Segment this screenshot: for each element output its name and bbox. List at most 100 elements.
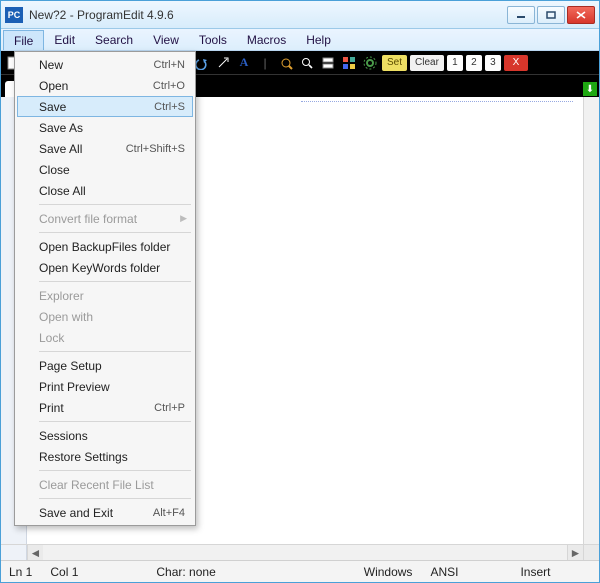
gutter-pad xyxy=(1,545,27,560)
menu-view[interactable]: View xyxy=(143,29,189,50)
menu-separator xyxy=(39,498,191,499)
menu-item-close[interactable]: Close xyxy=(17,159,193,180)
menu-item-clear-recent-file-list: Clear Recent File List xyxy=(17,474,193,495)
menu-item-shortcut: Ctrl+Shift+S xyxy=(126,143,185,155)
status-encoding: ANSI xyxy=(430,565,458,579)
scroll-track[interactable] xyxy=(43,545,567,560)
menu-item-label: Open xyxy=(39,79,153,93)
horizontal-scrollbar[interactable]: ◄ ► xyxy=(1,544,599,560)
menu-item-shortcut: Ctrl+P xyxy=(154,402,185,414)
menu-item-open-with: Open with xyxy=(17,306,193,327)
menu-item-label: Print xyxy=(39,401,154,415)
menu-item-print[interactable]: PrintCtrl+P xyxy=(17,397,193,418)
app-icon: PC xyxy=(5,7,23,23)
menu-item-label: Open with xyxy=(39,310,185,324)
status-col: Col 1 xyxy=(50,565,78,579)
menu-item-label: Save As xyxy=(39,121,185,135)
menu-separator xyxy=(39,204,191,205)
divider-icon: | xyxy=(256,54,274,72)
statusbar: Ln 1 Col 1 Char: none Windows ANSI Inser… xyxy=(1,560,599,582)
menu-tools[interactable]: Tools xyxy=(189,29,237,50)
menu-macros[interactable]: Macros xyxy=(237,29,296,50)
menu-item-label: Lock xyxy=(39,331,185,345)
menu-item-label: Clear Recent File List xyxy=(39,478,185,492)
status-os: Windows xyxy=(364,565,413,579)
scroll-corner xyxy=(583,545,599,560)
slot-2-button[interactable]: 2 xyxy=(466,55,482,71)
menu-item-save-and-exit[interactable]: Save and ExitAlt+F4 xyxy=(17,502,193,523)
scroll-left-icon[interactable]: ◄ xyxy=(27,545,43,560)
menu-item-save-all[interactable]: Save AllCtrl+Shift+S xyxy=(17,138,193,159)
menu-item-label: Explorer xyxy=(39,289,185,303)
app-window: PC New?2 - ProgramEdit 4.9.6 File Edit S… xyxy=(0,0,600,583)
menu-item-lock: Lock xyxy=(17,327,193,348)
menubar: File Edit Search View Tools Macros Help xyxy=(1,29,599,51)
margin-guide xyxy=(301,101,573,102)
menu-item-restore-settings[interactable]: Restore Settings xyxy=(17,446,193,467)
menu-item-label: Restore Settings xyxy=(39,450,185,464)
minimize-button[interactable] xyxy=(507,6,535,24)
menu-item-close-all[interactable]: Close All xyxy=(17,180,193,201)
vertical-scrollbar[interactable] xyxy=(583,97,599,544)
menu-item-explorer: Explorer xyxy=(17,285,193,306)
menu-item-label: Sessions xyxy=(39,429,185,443)
menu-item-label: Open BackupFiles folder xyxy=(39,240,185,254)
replace-icon[interactable] xyxy=(319,54,337,72)
menu-separator xyxy=(39,232,191,233)
menu-item-open-keywords-folder[interactable]: Open KeyWords folder xyxy=(17,257,193,278)
menu-item-save[interactable]: SaveCtrl+S xyxy=(17,96,193,117)
window-controls xyxy=(507,6,595,24)
close-button[interactable] xyxy=(567,6,595,24)
menu-item-shortcut: Ctrl+O xyxy=(153,80,185,92)
slot-3-button[interactable]: 3 xyxy=(485,55,501,71)
menu-item-label: Close xyxy=(39,163,185,177)
menu-item-label: Save xyxy=(39,100,154,114)
menu-item-shortcut: Ctrl+N xyxy=(154,59,185,71)
menu-item-page-setup[interactable]: Page Setup xyxy=(17,355,193,376)
goto-icon[interactable] xyxy=(214,54,232,72)
set-button[interactable]: Set xyxy=(382,55,407,71)
menu-edit[interactable]: Edit xyxy=(44,29,85,50)
menu-item-shortcut: Ctrl+S xyxy=(154,101,185,113)
find-icon[interactable] xyxy=(298,54,316,72)
menu-file[interactable]: File xyxy=(3,30,44,50)
menu-separator xyxy=(39,351,191,352)
close-x-button[interactable]: X xyxy=(504,55,528,71)
titlebar[interactable]: PC New?2 - ProgramEdit 4.9.6 xyxy=(1,1,599,29)
menu-item-label: New xyxy=(39,58,154,72)
menu-item-print-preview[interactable]: Print Preview xyxy=(17,376,193,397)
font-letter-icon[interactable]: A xyxy=(235,54,253,72)
menu-separator xyxy=(39,281,191,282)
menu-item-open[interactable]: OpenCtrl+O xyxy=(17,75,193,96)
menu-item-label: Convert file format xyxy=(39,212,185,226)
palette-icon[interactable] xyxy=(340,54,358,72)
menu-help[interactable]: Help xyxy=(296,29,341,50)
download-icon[interactable]: ⬇ xyxy=(583,82,597,96)
menu-item-open-backupfiles-folder[interactable]: Open BackupFiles folder xyxy=(17,236,193,257)
menu-separator xyxy=(39,421,191,422)
menu-item-shortcut: Alt+F4 xyxy=(153,507,185,519)
menu-item-label: Save and Exit xyxy=(39,506,153,520)
status-char: Char: none xyxy=(156,565,215,579)
menu-search[interactable]: Search xyxy=(85,29,143,50)
menu-item-sessions[interactable]: Sessions xyxy=(17,425,193,446)
menu-item-label: Open KeyWords folder xyxy=(39,261,185,275)
status-line: Ln 1 xyxy=(9,565,32,579)
status-mode: Insert xyxy=(520,565,550,579)
clear-button[interactable]: Clear xyxy=(410,55,444,71)
gear-icon[interactable] xyxy=(361,54,379,72)
tool-icon[interactable] xyxy=(277,54,295,72)
file-menu-dropdown: NewCtrl+NOpenCtrl+OSaveCtrl+SSave AsSave… xyxy=(14,51,196,526)
menu-item-label: Save All xyxy=(39,142,126,156)
submenu-arrow-icon: ▶ xyxy=(180,213,187,224)
menu-item-label: Page Setup xyxy=(39,359,185,373)
menu-item-convert-file-format: Convert file format▶ xyxy=(17,208,193,229)
menu-separator xyxy=(39,470,191,471)
scroll-right-icon[interactable]: ► xyxy=(567,545,583,560)
menu-item-save-as[interactable]: Save As xyxy=(17,117,193,138)
menu-item-label: Print Preview xyxy=(39,380,185,394)
maximize-button[interactable] xyxy=(537,6,565,24)
window-title: New?2 - ProgramEdit 4.9.6 xyxy=(29,8,507,22)
menu-item-new[interactable]: NewCtrl+N xyxy=(17,54,193,75)
slot-1-button[interactable]: 1 xyxy=(447,55,463,71)
